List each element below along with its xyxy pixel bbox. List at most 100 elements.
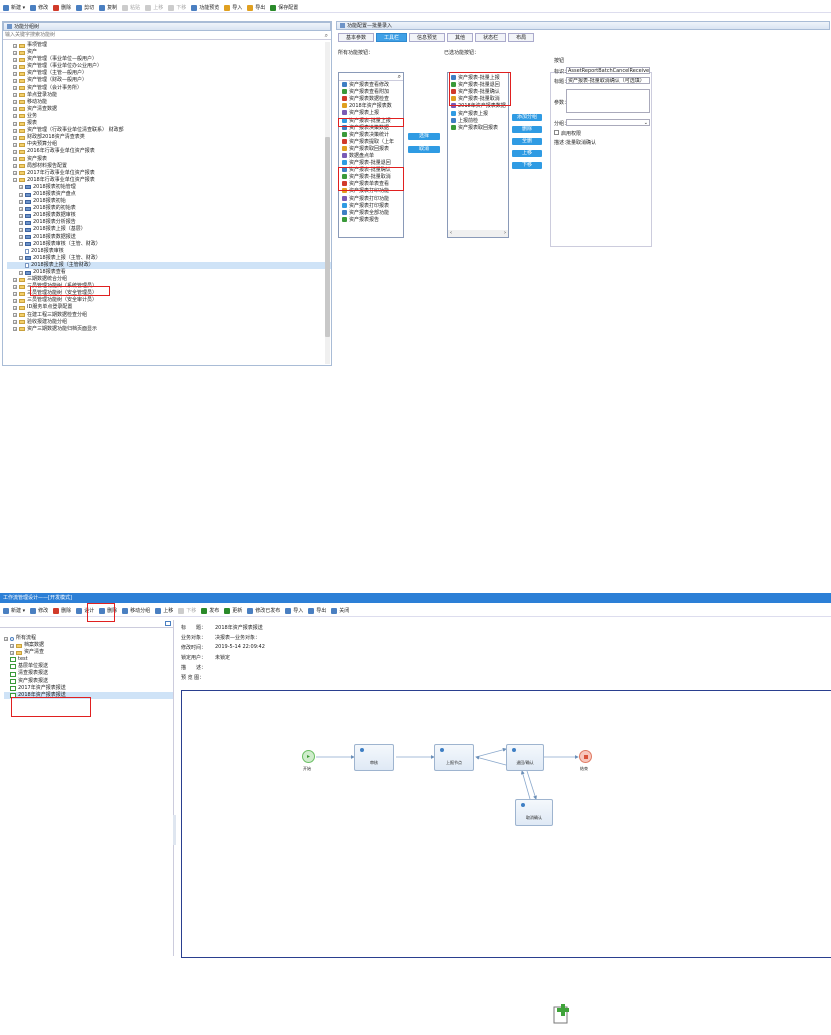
- tab-5[interactable]: 布局: [508, 33, 535, 42]
- expand-icon[interactable]: +: [19, 185, 23, 190]
- id-field[interactable]: AssetReportBatchCancelReceive: [566, 67, 650, 74]
- expand-icon[interactable]: +: [13, 298, 17, 303]
- expand-icon[interactable]: +: [13, 107, 17, 112]
- side-button-1[interactable]: 删除: [512, 126, 542, 133]
- select-button[interactable]: 选择: [408, 133, 440, 140]
- tree-item[interactable]: 2017年资产报表报送: [4, 685, 173, 692]
- tree-item[interactable]: +2018报表上报（基层）: [7, 226, 331, 233]
- func-list-item[interactable]: 资产报表打印功能: [339, 195, 403, 202]
- tree-item[interactable]: + 验收报建功能分组: [7, 319, 331, 326]
- tree-item[interactable]: + 业务: [7, 113, 331, 120]
- top-button-11[interactable]: 保存配置: [270, 4, 298, 11]
- top-button-9[interactable]: 导入: [224, 4, 242, 11]
- tree-search-input[interactable]: [3, 31, 303, 39]
- tree-item[interactable]: 2018报表上报（主管财政）: [7, 261, 331, 269]
- func-list-item[interactable]: 资产报表取回报表: [339, 145, 403, 152]
- tree-item[interactable]: + 移动功能: [7, 99, 331, 106]
- expand-icon[interactable]: +: [13, 86, 17, 91]
- tree-item[interactable]: − 2018报表上报（主管、财政）: [7, 255, 331, 262]
- expand-icon[interactable]: +: [13, 320, 17, 325]
- tree-item[interactable]: + 事项管理: [7, 42, 331, 49]
- top-button-4[interactable]: 复制: [99, 4, 117, 11]
- func-list-item[interactable]: 数据盘点单: [339, 152, 403, 159]
- func-list-item[interactable]: 资产报表查看修改: [339, 81, 403, 88]
- collapse-icon[interactable]: −: [19, 256, 23, 261]
- expand-icon[interactable]: +: [19, 227, 23, 232]
- side-button-3[interactable]: 上移: [512, 150, 542, 157]
- expand-icon[interactable]: +: [13, 313, 17, 318]
- func-list-item[interactable]: 资产报表决策统计: [339, 131, 403, 138]
- expand-icon[interactable]: +: [13, 284, 17, 289]
- list-search-icon[interactable]: ⌕: [398, 73, 401, 81]
- bottom-button-9[interactable]: 更新: [224, 607, 242, 614]
- flow-cancel-node[interactable]: 取消确认: [515, 799, 553, 826]
- name-field[interactable]: 资产报表-批量取消确认（可选填）: [566, 77, 650, 84]
- tree-item[interactable]: + 资产三期数据功能归档页面显示: [7, 326, 331, 333]
- bottom-button-12[interactable]: 导出: [308, 607, 326, 614]
- expand-icon[interactable]: +: [4, 636, 8, 641]
- func-list-item[interactable]: 资产报表数据检查: [339, 95, 403, 102]
- tab-1[interactable]: 工具栏: [376, 33, 408, 42]
- expand-icon[interactable]: +: [13, 57, 17, 62]
- workflow-canvas[interactable]: ▸ 开始 审核 上报节点 退回/确认 取消确认 结束: [181, 690, 831, 958]
- flow-start-node[interactable]: ▸: [302, 750, 315, 763]
- selected-list-hscroll[interactable]: ‹ ›: [448, 230, 508, 237]
- func-list-item[interactable]: 资产报表查看附加: [339, 88, 403, 95]
- side-button-0[interactable]: 添加分组: [512, 114, 542, 121]
- flow-confirm-node[interactable]: 退回/确认: [506, 744, 544, 771]
- tab-3[interactable]: 其他: [447, 33, 474, 42]
- all-funcs-list[interactable]: ⌕ 资产报表查看修改 资产报表查看附加 资产报表数据检查 2018年资产报表数 资产报表…: [338, 72, 404, 238]
- func-list-item[interactable]: 资产报表上报: [339, 109, 403, 116]
- tree-item[interactable]: − 2018年行政事业单位资产报表: [7, 177, 331, 184]
- tree-item[interactable]: + 局部材料报告配置: [7, 163, 331, 170]
- func-list-item[interactable]: 资产报表报告: [339, 216, 403, 223]
- top-button-10[interactable]: 导出: [247, 4, 265, 11]
- bottom-button-0[interactable]: 新建 ▾: [3, 607, 25, 614]
- expand-icon[interactable]: +: [13, 171, 17, 176]
- expand-icon[interactable]: +: [19, 235, 23, 240]
- expand-icon[interactable]: +: [10, 650, 14, 655]
- tab-4[interactable]: 状态栏: [475, 33, 507, 42]
- func-list-item[interactable]: 资产报表提取（上年: [339, 138, 403, 145]
- bottom-button-1[interactable]: 修改: [30, 607, 48, 614]
- func-list-item[interactable]: 资产报表打印报表: [339, 202, 403, 209]
- func-list-item[interactable]: 2018年资产报表数: [339, 102, 403, 109]
- expand-icon[interactable]: +: [13, 149, 17, 154]
- tree-item[interactable]: +2018报表数据报送: [7, 234, 331, 241]
- expand-icon[interactable]: +: [10, 643, 14, 648]
- expand-icon[interactable]: +: [13, 50, 17, 55]
- func-list-item[interactable]: 上报前检: [448, 117, 508, 124]
- func-list-item[interactable]: 资产报表上报: [448, 109, 508, 117]
- side-button-2[interactable]: 全删: [512, 138, 542, 145]
- bottom-button-13[interactable]: 关闭: [331, 607, 349, 614]
- tree-item[interactable]: 资产报表报送: [4, 678, 173, 685]
- collapse-icon[interactable]: [165, 621, 171, 626]
- expand-icon[interactable]: +: [19, 213, 23, 218]
- tree-item[interactable]: +2016年行政事业单位资产报表: [7, 148, 331, 155]
- bottom-button-6[interactable]: 上移: [155, 607, 173, 614]
- tab-2[interactable]: 信息预览: [409, 33, 446, 42]
- expand-icon[interactable]: +: [13, 291, 17, 296]
- side-button-4[interactable]: 下移: [512, 162, 542, 169]
- tree-item[interactable]: + 资产清查: [4, 649, 173, 656]
- expand-icon[interactable]: +: [13, 327, 17, 332]
- tree-item[interactable]: + 单点登录功能: [7, 92, 331, 99]
- top-button-8[interactable]: 功能预览: [191, 4, 219, 11]
- tree-item[interactable]: +2018报表初始管理: [7, 184, 331, 191]
- tree-item[interactable]: − 2018报表审核（主管、财政）: [7, 241, 331, 248]
- tree-item[interactable]: 清查报表报送: [4, 670, 173, 677]
- expand-icon[interactable]: +: [19, 270, 23, 275]
- expand-icon[interactable]: +: [19, 199, 23, 204]
- tree-item[interactable]: + ID服务单点登录配置: [7, 304, 331, 311]
- expand-icon[interactable]: +: [13, 128, 17, 133]
- tree-item[interactable]: +2018报表资产盘点: [7, 191, 331, 198]
- bottom-button-2[interactable]: 删除: [53, 607, 71, 614]
- enable-checkbox[interactable]: [554, 130, 559, 135]
- flow-submit-node[interactable]: 上报节点: [434, 744, 474, 771]
- bottom-button-8[interactable]: 发布: [201, 607, 219, 614]
- tree-item[interactable]: + 资产管理（财政—般用户）: [7, 77, 331, 84]
- tree-item[interactable]: + 资产清查数据: [7, 106, 331, 113]
- func-list-item[interactable]: 资产报表取回报表: [448, 124, 508, 131]
- tree-item[interactable]: +2017年行政事业单位资产报表: [7, 170, 331, 177]
- bottom-button-5[interactable]: 移动分组: [122, 607, 150, 614]
